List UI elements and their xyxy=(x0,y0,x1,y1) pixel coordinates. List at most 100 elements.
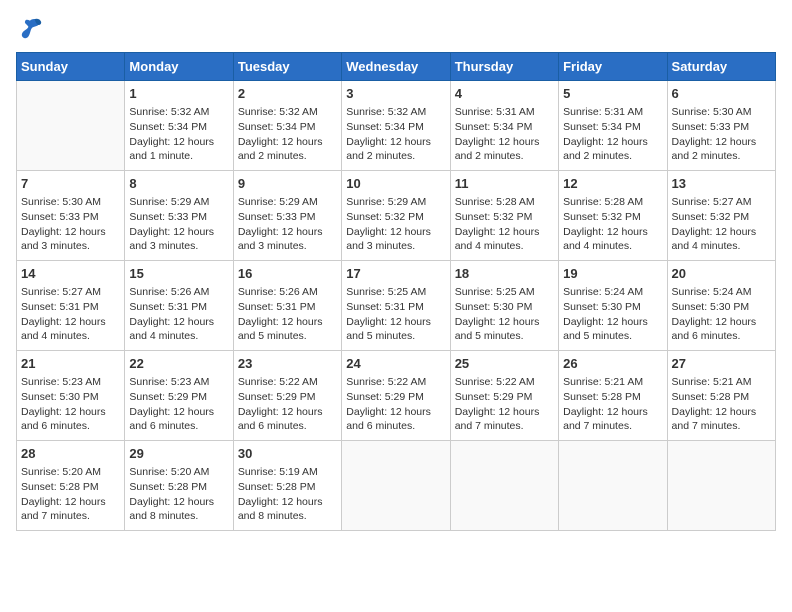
day-number: 27 xyxy=(672,355,771,373)
day-info: Sunrise: 5:21 AMSunset: 5:28 PMDaylight:… xyxy=(672,375,771,434)
day-number: 13 xyxy=(672,175,771,193)
day-info: Sunrise: 5:26 AMSunset: 5:31 PMDaylight:… xyxy=(238,285,337,344)
day-cell: 20 Sunrise: 5:24 AMSunset: 5:30 PMDayligh… xyxy=(667,261,775,351)
day-number: 14 xyxy=(21,265,120,283)
calendar-body: 1 Sunrise: 5:32 AMSunset: 5:34 PMDaylight… xyxy=(17,81,776,531)
logo-icon xyxy=(16,16,44,44)
day-cell: 14 Sunrise: 5:27 AMSunset: 5:31 PMDayligh… xyxy=(17,261,125,351)
day-info: Sunrise: 5:19 AMSunset: 5:28 PMDaylight:… xyxy=(238,465,337,524)
day-number: 15 xyxy=(129,265,228,283)
column-header-sunday: Sunday xyxy=(17,53,125,81)
day-cell: 2 Sunrise: 5:32 AMSunset: 5:34 PMDaylight… xyxy=(233,81,341,171)
day-info: Sunrise: 5:32 AMSunset: 5:34 PMDaylight:… xyxy=(129,105,228,164)
day-cell: 6Sunrise: 5:30 AMSunset: 5:33 PMDaylight… xyxy=(667,81,775,171)
day-cell: 1 Sunrise: 5:32 AMSunset: 5:34 PMDaylight… xyxy=(125,81,233,171)
day-info: Sunrise: 5:26 AMSunset: 5:31 PMDaylight:… xyxy=(129,285,228,344)
day-info: Sunrise: 5:29 AMSunset: 5:33 PMDaylight:… xyxy=(238,195,337,254)
day-info: Sunrise: 5:31 AMSunset: 5:34 PMDaylight:… xyxy=(563,105,662,164)
day-cell: 3 Sunrise: 5:32 AMSunset: 5:34 PMDaylight… xyxy=(342,81,450,171)
day-cell: 28 Sunrise: 5:20 AMSunset: 5:28 PMDayligh… xyxy=(17,441,125,531)
day-cell: 13 Sunrise: 5:27 AMSunset: 5:32 PMDayligh… xyxy=(667,171,775,261)
day-info: Sunrise: 5:25 AMSunset: 5:30 PMDaylight:… xyxy=(455,285,554,344)
day-cell: 25Sunrise: 5:22 AMSunset: 5:29 PMDayligh… xyxy=(450,351,558,441)
day-number: 23 xyxy=(238,355,337,373)
day-cell xyxy=(17,81,125,171)
day-cell: 16 Sunrise: 5:26 AMSunset: 5:31 PMDayligh… xyxy=(233,261,341,351)
day-info: Sunrise: 5:27 AMSunset: 5:31 PMDaylight:… xyxy=(21,285,120,344)
calendar-table: SundayMondayTuesdayWednesdayThursdayFrid… xyxy=(16,52,776,531)
day-info: Sunrise: 5:23 AMSunset: 5:30 PMDaylight:… xyxy=(21,375,120,434)
day-number: 28 xyxy=(21,445,120,463)
day-info: Sunrise: 5:27 AMSunset: 5:32 PMDaylight:… xyxy=(672,195,771,254)
day-cell: 5 Sunrise: 5:31 AMSunset: 5:34 PMDaylight… xyxy=(559,81,667,171)
day-cell: 27 Sunrise: 5:21 AMSunset: 5:28 PMDayligh… xyxy=(667,351,775,441)
day-cell: 26Sunrise: 5:21 AMSunset: 5:28 PMDayligh… xyxy=(559,351,667,441)
day-number: 3 xyxy=(346,85,445,103)
day-number: 21 xyxy=(21,355,120,373)
day-info: Sunrise: 5:28 AMSunset: 5:32 PMDaylight:… xyxy=(455,195,554,254)
column-header-tuesday: Tuesday xyxy=(233,53,341,81)
logo xyxy=(16,16,48,44)
day-number: 8 xyxy=(129,175,228,193)
day-number: 12 xyxy=(563,175,662,193)
day-info: Sunrise: 5:24 AMSunset: 5:30 PMDaylight:… xyxy=(672,285,771,344)
day-cell: 29 Sunrise: 5:20 AMSunset: 5:28 PMDayligh… xyxy=(125,441,233,531)
day-cell: 23Sunrise: 5:22 AMSunset: 5:29 PMDayligh… xyxy=(233,351,341,441)
day-number: 20 xyxy=(672,265,771,283)
day-info: Sunrise: 5:20 AMSunset: 5:28 PMDaylight:… xyxy=(21,465,120,524)
week-row-3: 14 Sunrise: 5:27 AMSunset: 5:31 PMDayligh… xyxy=(17,261,776,351)
day-number: 1 xyxy=(129,85,228,103)
day-cell xyxy=(667,441,775,531)
day-number: 24 xyxy=(346,355,445,373)
page-header xyxy=(16,16,776,44)
day-info: Sunrise: 5:30 AMSunset: 5:33 PMDaylight:… xyxy=(21,195,120,254)
column-header-friday: Friday xyxy=(559,53,667,81)
day-number: 6 xyxy=(672,85,771,103)
column-header-saturday: Saturday xyxy=(667,53,775,81)
day-number: 2 xyxy=(238,85,337,103)
day-info: Sunrise: 5:20 AMSunset: 5:28 PMDaylight:… xyxy=(129,465,228,524)
day-cell: 4 Sunrise: 5:31 AMSunset: 5:34 PMDaylight… xyxy=(450,81,558,171)
day-info: Sunrise: 5:22 AMSunset: 5:29 PMDaylight:… xyxy=(346,375,445,434)
day-number: 16 xyxy=(238,265,337,283)
calendar-header-row: SundayMondayTuesdayWednesdayThursdayFrid… xyxy=(17,53,776,81)
day-number: 9 xyxy=(238,175,337,193)
day-number: 5 xyxy=(563,85,662,103)
day-number: 29 xyxy=(129,445,228,463)
day-number: 7 xyxy=(21,175,120,193)
day-info: Sunrise: 5:25 AMSunset: 5:31 PMDaylight:… xyxy=(346,285,445,344)
day-info: Sunrise: 5:32 AMSunset: 5:34 PMDaylight:… xyxy=(238,105,337,164)
day-number: 4 xyxy=(455,85,554,103)
day-cell: 18 Sunrise: 5:25 AMSunset: 5:30 PMDayligh… xyxy=(450,261,558,351)
day-number: 18 xyxy=(455,265,554,283)
day-number: 30 xyxy=(238,445,337,463)
day-cell xyxy=(450,441,558,531)
week-row-5: 28 Sunrise: 5:20 AMSunset: 5:28 PMDayligh… xyxy=(17,441,776,531)
day-info: Sunrise: 5:28 AMSunset: 5:32 PMDaylight:… xyxy=(563,195,662,254)
day-cell xyxy=(342,441,450,531)
day-cell: 24 Sunrise: 5:22 AMSunset: 5:29 PMDayligh… xyxy=(342,351,450,441)
day-cell: 12 Sunrise: 5:28 AMSunset: 5:32 PMDayligh… xyxy=(559,171,667,261)
day-cell: 7 Sunrise: 5:30 AMSunset: 5:33 PMDaylight… xyxy=(17,171,125,261)
day-number: 25 xyxy=(455,355,554,373)
day-number: 22 xyxy=(129,355,228,373)
day-number: 17 xyxy=(346,265,445,283)
day-info: Sunrise: 5:23 AMSunset: 5:29 PMDaylight:… xyxy=(129,375,228,434)
day-cell: 22 Sunrise: 5:23 AMSunset: 5:29 PMDayligh… xyxy=(125,351,233,441)
day-number: 26 xyxy=(563,355,662,373)
column-header-thursday: Thursday xyxy=(450,53,558,81)
day-cell xyxy=(559,441,667,531)
day-info: Sunrise: 5:31 AMSunset: 5:34 PMDaylight:… xyxy=(455,105,554,164)
week-row-2: 7 Sunrise: 5:30 AMSunset: 5:33 PMDaylight… xyxy=(17,171,776,261)
day-cell: 8 Sunrise: 5:29 AMSunset: 5:33 PMDaylight… xyxy=(125,171,233,261)
day-number: 10 xyxy=(346,175,445,193)
day-info: Sunrise: 5:29 AMSunset: 5:33 PMDaylight:… xyxy=(129,195,228,254)
day-info: Sunrise: 5:32 AMSunset: 5:34 PMDaylight:… xyxy=(346,105,445,164)
week-row-1: 1 Sunrise: 5:32 AMSunset: 5:34 PMDaylight… xyxy=(17,81,776,171)
day-cell: 15 Sunrise: 5:26 AMSunset: 5:31 PMDayligh… xyxy=(125,261,233,351)
day-cell: 30 Sunrise: 5:19 AMSunset: 5:28 PMDayligh… xyxy=(233,441,341,531)
day-number: 11 xyxy=(455,175,554,193)
column-header-wednesday: Wednesday xyxy=(342,53,450,81)
week-row-4: 21 Sunrise: 5:23 AMSunset: 5:30 PMDayligh… xyxy=(17,351,776,441)
day-cell: 17 Sunrise: 5:25 AMSunset: 5:31 PMDayligh… xyxy=(342,261,450,351)
